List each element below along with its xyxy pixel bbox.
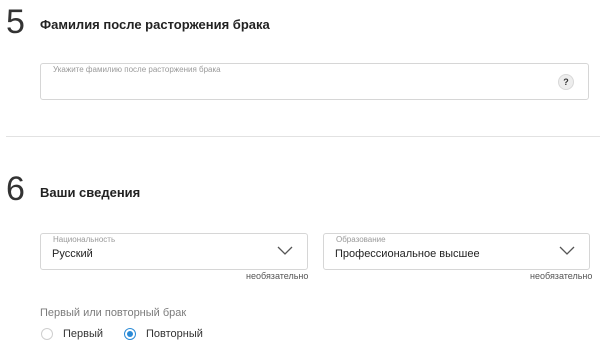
nationality-optional-note: необязательно	[246, 271, 309, 281]
education-label: Образование	[336, 235, 386, 244]
section-title-surname-after-divorce: Фамилия после расторжения брака	[40, 17, 270, 32]
education-select[interactable]: Образование Профессиональное высшее	[323, 233, 590, 270]
nationality-label: Национальность	[53, 235, 116, 244]
help-icon[interactable]: ?	[558, 74, 574, 90]
education-value: Профессиональное высшее	[335, 248, 480, 260]
nationality-value: Русский	[52, 248, 93, 260]
radio-first-marriage-label: Первый	[63, 328, 104, 340]
surname-after-divorce-field[interactable]: Укажите фамилию после расторжения брака …	[40, 63, 589, 100]
chevron-down-icon	[559, 246, 575, 255]
radio-repeat-marriage-label: Повторный	[146, 328, 203, 340]
surname-after-divorce-placeholder: Укажите фамилию после расторжения брака	[53, 65, 221, 74]
step-number-6: 6	[6, 170, 25, 208]
section-title-your-info: Ваши сведения	[40, 185, 141, 200]
step-number-5: 5	[6, 3, 25, 41]
radio-first-marriage-circle[interactable]	[41, 328, 53, 340]
radio-repeat-marriage[interactable]: Повторный	[124, 327, 214, 343]
education-optional-note: необязательно	[530, 271, 593, 281]
nationality-select[interactable]: Национальность Русский	[40, 233, 308, 270]
section-divider	[6, 136, 600, 137]
radio-first-marriage[interactable]: Первый	[41, 327, 111, 343]
radio-repeat-marriage-circle[interactable]	[124, 328, 136, 340]
marriage-type-label: Первый или повторный брак	[40, 307, 187, 319]
chevron-down-icon	[277, 246, 293, 255]
